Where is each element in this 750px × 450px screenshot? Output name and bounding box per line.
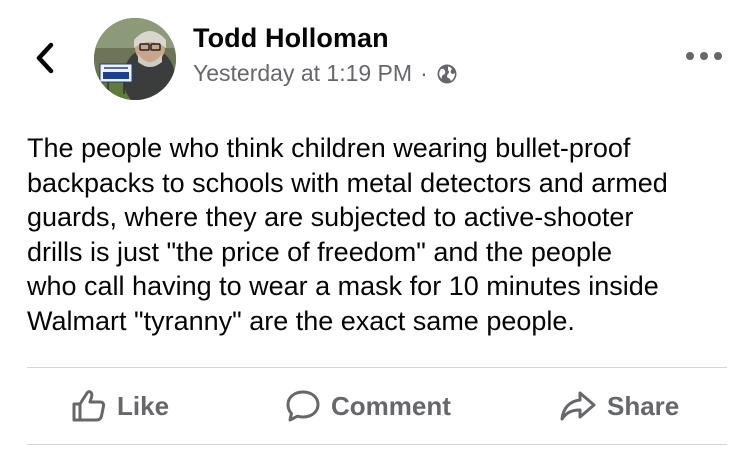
- share-label: Share: [607, 390, 680, 421]
- more-options-button[interactable]: [686, 48, 722, 64]
- avatar-photo: [94, 18, 176, 100]
- meta-separator: ·: [420, 60, 428, 86]
- comment-icon: [286, 390, 320, 422]
- chevron-left-icon: [36, 42, 54, 74]
- comment-label: Comment: [331, 390, 451, 421]
- post-timestamp[interactable]: Yesterday at 1:19 PM: [193, 60, 412, 87]
- like-button[interactable]: Like: [71, 368, 169, 444]
- back-button[interactable]: [30, 38, 60, 78]
- comment-button[interactable]: Comment: [285, 368, 451, 444]
- post-meta: Yesterday at 1:19 PM ·: [193, 60, 458, 87]
- avatar[interactable]: [94, 18, 176, 100]
- share-arrow-icon: [560, 391, 596, 421]
- more-horizontal-icon: [714, 52, 722, 60]
- post-body: The people who think children wearing bu…: [27, 133, 668, 336]
- thumbs-up-icon: [72, 390, 106, 422]
- post-action-bar: Like Comment Share: [27, 368, 727, 444]
- divider: [27, 444, 727, 445]
- globe-icon[interactable]: [436, 63, 458, 85]
- author-name[interactable]: Todd Holloman: [193, 23, 389, 54]
- share-button[interactable]: Share: [559, 368, 679, 444]
- more-horizontal-icon: [686, 52, 694, 60]
- more-horizontal-icon: [700, 52, 708, 60]
- like-label: Like: [117, 390, 170, 421]
